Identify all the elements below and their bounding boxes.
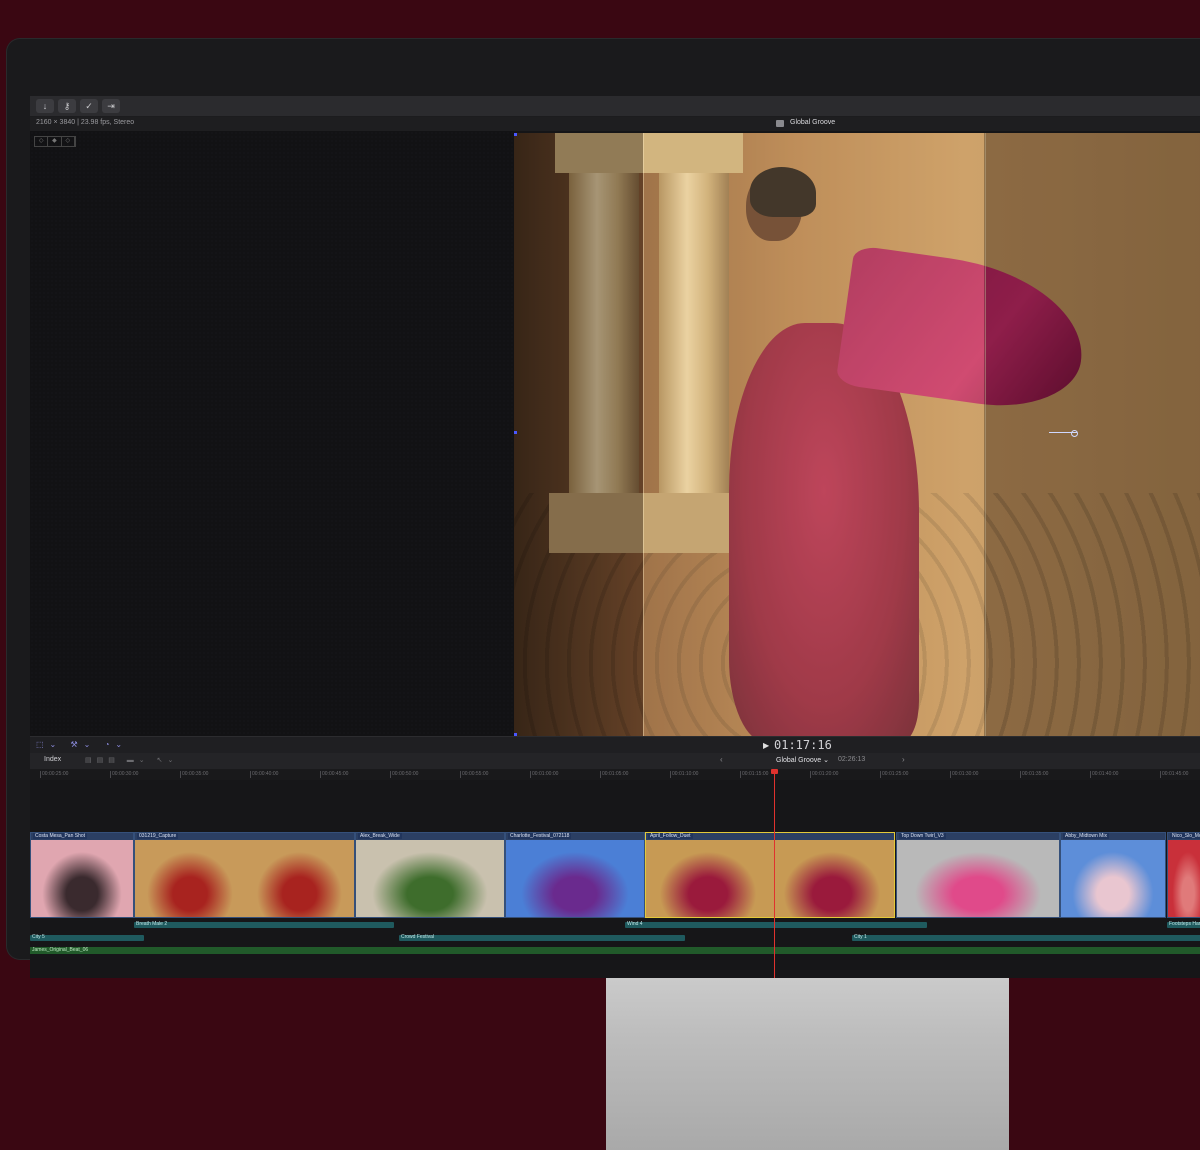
clip-thumbnail [770,840,894,917]
video-clip[interactable]: Charlotte_Festival_072118 [505,832,645,918]
timeline-project-name[interactable]: Global Groove ⌄ [776,756,829,764]
keywords-icon[interactable]: ⚷ [58,99,76,113]
index-button[interactable]: Index [38,756,67,763]
video-clip[interactable]: 031219_Capture [134,832,355,918]
video-clip[interactable]: Nico_Slo_Mo_ [1167,832,1200,918]
audio-clip[interactable]: Footsteps Hard [1167,921,1200,928]
audio-clip-label: City 5 [32,934,45,940]
viewer-canvas-empty: ◇ ◆ ◇ [30,131,514,736]
ruler-tick: 00:00:45:00 [319,771,349,778]
clip-label: April_Follow_Duet [648,833,693,839]
music-clip[interactable]: James_Original_Beat_06 [30,947,1200,954]
ruler-tick: 00:00:40:00 [249,771,279,778]
view-keyframe-icon[interactable]: ◆ [48,137,62,146]
back-arrow-icon[interactable]: ‹ [720,755,723,764]
audio-clip-label: Crowd Festival [401,934,435,940]
app-window: ↓ ⚷ ✓ ⇥ 2160 × 3840 | 23.98 fps, Stereo … [30,96,1200,978]
clip-thumbnail [31,840,133,917]
ruler-tick: 00:01:10:00 [669,771,699,778]
project-icon [776,120,784,127]
clip-thumbnail [1168,840,1200,917]
clip-label: Abby_Midtown Mix [1063,833,1109,839]
forward-arrow-icon[interactable]: › [902,755,905,764]
playhead[interactable] [774,770,775,978]
project-title: Global Groove [790,119,836,126]
view-controls[interactable]: ◇ ◆ ◇ [34,136,76,147]
music-clip-label: James_Original_Beat_06 [32,947,89,953]
timeline-header: Index ▤▤▤ ▬⌄ ↖⌄ ‹ Global Groove ⌄ 02:26:… [30,753,1200,770]
ruler-tick: 00:00:50:00 [389,771,419,778]
ruler-tick: 00:01:20:00 [809,771,839,778]
ruler-tick: 00:01:30:00 [949,771,979,778]
clip-thumbnail [506,840,644,917]
ruler-tick: 00:01:35:00 [1019,771,1049,778]
video-clip[interactable]: Alex_Break_Wide [355,832,505,918]
audio-clip-label: Footsteps Hard [1169,921,1200,927]
tool-icons[interactable]: ⬚⌄ ⚒⌄ ◔⌄ [36,740,128,749]
clip-label: Nico_Slo_Mo_ [1170,833,1200,839]
clip-thumbnail [356,840,504,917]
audio-clip-label: City 1 [854,934,867,940]
transform-handle[interactable] [1049,430,1078,437]
audio-clip[interactable]: Wind 4 [625,921,927,928]
video-clip[interactable]: Costa Mesa_Pan Shot [30,832,134,918]
edit-tools-icon[interactable]: ▤▤▤ ▬⌄ ↖⌄ [85,756,178,764]
ruler-tick: 00:00:30:00 [109,771,139,778]
clip-label: Charlotte_Festival_072118 [508,833,572,839]
format-info: 2160 × 3840 | 23.98 fps, Stereo [36,119,135,126]
share-icon[interactable]: ⇥ [102,99,120,113]
ruler-tick: 00:01:40:00 [1089,771,1119,778]
view-prev-icon[interactable]: ◇ [35,137,49,146]
crop-dim-right [984,133,1200,736]
import-icon[interactable]: ↓ [36,99,54,113]
clip-thumbnail [1061,840,1165,917]
clip-label: Alex_Break_Wide [358,833,402,839]
ruler-tick: 00:01:00:00 [529,771,559,778]
corner-handle[interactable] [514,133,517,136]
clip-label: Top Down Twirl_V3 [899,833,946,839]
clip-label: 031219_Capture [137,833,179,839]
toolbar: ↓ ⚷ ✓ ⇥ [30,96,1200,117]
timecode-display[interactable]: 01:17:16 [774,738,832,752]
audio-clip-label: Wind 4 [627,921,643,927]
viewer-info-bar: 2160 × 3840 | 23.98 fps, Stereo Global G… [30,117,1200,131]
clip-thumbnail [244,840,354,917]
background-tasks-icon[interactable]: ✓ [80,99,98,113]
ruler-tick: 00:00:55:00 [459,771,489,778]
ruler-tick: 00:01:25:00 [879,771,909,778]
monitor: ↓ ⚷ ✓ ⇥ 2160 × 3840 | 23.98 fps, Stereo … [6,38,1200,978]
audio-clip[interactable]: Crowd Festival [399,934,685,941]
viewer-controls: ⬚⌄ ⚒⌄ ◔⌄ ▶ 01:17:16 [30,736,1200,753]
video-clip[interactable]: Abby_Midtown Mix [1060,832,1166,918]
ruler-tick: 00:01:05:00 [599,771,629,778]
play-icon[interactable]: ▶ [763,741,769,750]
view-next-icon[interactable]: ◇ [62,137,75,146]
audio-clip[interactable]: City 5 [30,934,144,941]
clip-thumbnail [135,840,245,917]
audio-clip[interactable]: City 1 [852,934,1200,941]
ruler-tick: 00:00:25:00 [39,771,69,778]
clip-thumbnail [646,840,770,917]
video-clip[interactable]: Top Down Twirl_V3 [896,832,1060,918]
audio-clip[interactable]: Breath Male 2 [134,921,394,928]
monitor-stand [606,958,1009,1150]
video-clip[interactable]: April_Follow_Duet [645,832,895,918]
crop-region[interactable] [643,133,986,736]
timeline-duration: 02:26:13 [838,756,866,763]
crop-dim-left [514,133,643,736]
ruler-tick: 00:01:45:00 [1159,771,1189,778]
ruler-tick: 00:01:15:00 [739,771,769,778]
clip-label: Costa Mesa_Pan Shot [33,833,88,839]
audio-clip-label: Breath Male 2 [136,921,168,927]
clip-thumbnail [897,840,1059,917]
edge-handle[interactable] [514,431,517,434]
ruler-tick: 00:00:35:00 [179,771,209,778]
viewer-frame[interactable] [514,133,1200,736]
